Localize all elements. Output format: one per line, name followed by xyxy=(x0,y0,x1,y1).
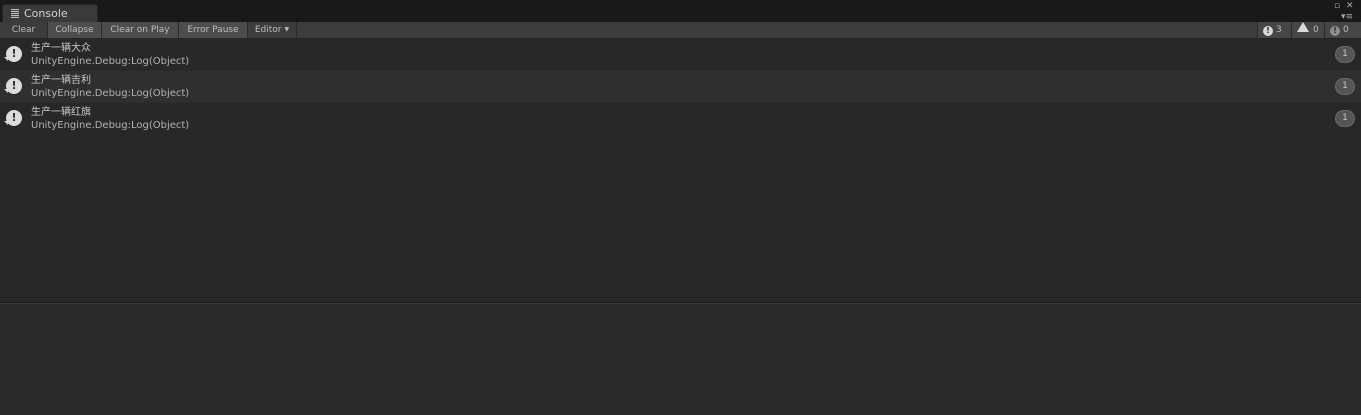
log-count-toggle[interactable]: ! 3 xyxy=(1257,22,1291,38)
console-toolbar: Clear Collapse Clear on Play Error Pause… xyxy=(0,22,1361,39)
error-pause-toggle[interactable]: Error Pause xyxy=(179,22,248,38)
warning-count: 0 xyxy=(1313,25,1319,35)
warning-icon xyxy=(1297,22,1309,32)
error-count-toggle[interactable]: ! 0 xyxy=(1324,22,1361,38)
collapse-toggle[interactable]: Collapse xyxy=(48,22,102,38)
maximize-icon[interactable]: ▫ xyxy=(1334,1,1340,11)
log-entry[interactable]: ! 生产一辆大众 UnityEngine.Debug:Log(Object) 1 xyxy=(0,39,1361,71)
log-list: ! 生产一辆大众 UnityEngine.Debug:Log(Object) 1… xyxy=(0,39,1361,135)
tab-console-label: Console xyxy=(24,7,68,20)
log-message: 生产一辆大众 xyxy=(31,43,91,54)
editor-dropdown-label: Editor xyxy=(254,25,282,35)
console-lines-icon xyxy=(11,9,19,18)
log-message-icon: ! xyxy=(4,78,22,94)
warning-count-toggle[interactable]: 0 xyxy=(1291,22,1324,38)
log-message-icon: ! xyxy=(4,110,22,126)
editor-dropdown[interactable]: Editor ▼ xyxy=(248,22,297,38)
log-detail-pane xyxy=(0,304,1361,415)
log-entry[interactable]: ! 生产一辆红旗 UnityEngine.Debug:Log(Object) 1 xyxy=(0,103,1361,135)
log-icon: ! xyxy=(1263,26,1273,36)
close-icon[interactable]: ✕ xyxy=(1346,1,1354,11)
tab-console[interactable]: Console xyxy=(2,4,98,22)
error-count: 0 xyxy=(1343,25,1349,35)
log-source: UnityEngine.Debug:Log(Object) xyxy=(31,120,190,131)
log-message-icon: ! xyxy=(4,46,22,62)
log-count-badge: 1 xyxy=(1335,110,1355,127)
error-icon: ! xyxy=(1330,26,1340,36)
chevron-down-icon: ▼ xyxy=(284,26,290,33)
clear-on-play-toggle[interactable]: Clear on Play xyxy=(102,22,179,38)
log-source: UnityEngine.Debug:Log(Object) xyxy=(31,56,190,67)
window-menu-icon[interactable]: ▾≡ xyxy=(1341,12,1353,22)
log-entry[interactable]: ! 生产一辆吉利 UnityEngine.Debug:Log(Object) 1 xyxy=(0,71,1361,103)
window-tab-bar: Console ▫ ✕ ▾≡ xyxy=(0,0,1361,22)
log-count-badge: 1 xyxy=(1335,46,1355,63)
log-count-badge: 1 xyxy=(1335,78,1355,95)
log-source: UnityEngine.Debug:Log(Object) xyxy=(31,88,190,99)
log-message: 生产一辆吉利 xyxy=(31,75,91,86)
clear-button[interactable]: Clear xyxy=(0,22,48,38)
log-message: 生产一辆红旗 xyxy=(31,107,91,118)
log-count: 3 xyxy=(1276,25,1282,35)
